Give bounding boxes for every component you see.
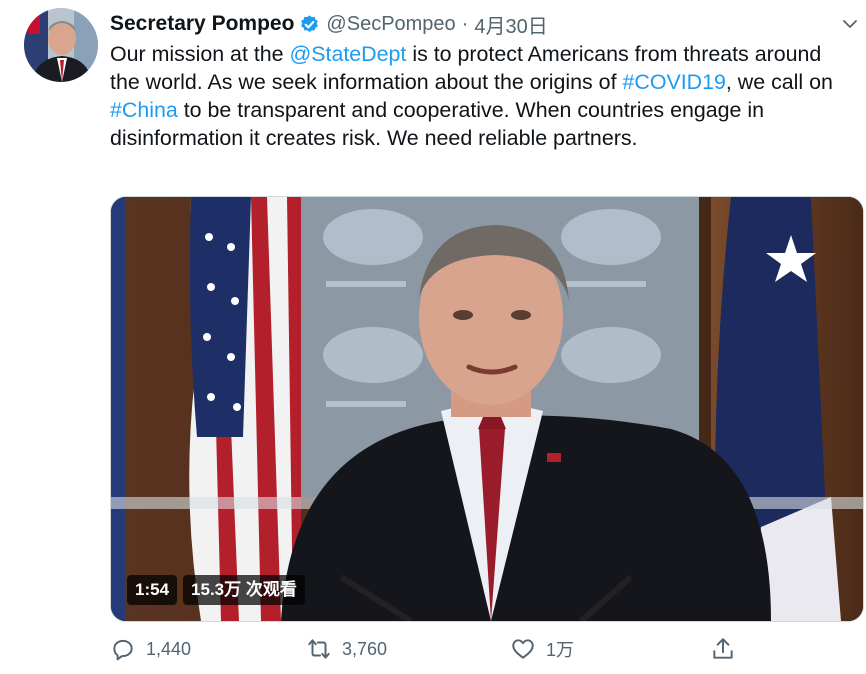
like-button[interactable]: 1万: [510, 632, 574, 666]
tweet[interactable]: Secretary Pompeo @SecPompeo · 4月30日 Our …: [0, 0, 866, 674]
tweet-text: Our mission at the @StateDept is to prot…: [110, 40, 850, 152]
tweet-header: Secretary Pompeo @SecPompeo · 4月30日: [110, 10, 826, 38]
heart-icon: [512, 639, 534, 659]
video-frame: [111, 197, 863, 621]
separator-dot: ·: [461, 12, 469, 35]
verified-badge-icon: [301, 14, 319, 32]
display-name[interactable]: Secretary Pompeo: [110, 12, 294, 36]
tweet-text-part: to be transparent and cooperative. When …: [110, 98, 765, 150]
retweet-button[interactable]: 3,760: [306, 632, 387, 666]
video-views: 15.3万 次观看: [183, 575, 305, 605]
video-duration: 1:54: [127, 575, 178, 605]
tweet-text-part: Our mission at the: [110, 42, 290, 66]
reply-count: 1,440: [146, 638, 192, 659]
hashtag-link[interactable]: #China: [110, 98, 178, 122]
share-icon: [713, 638, 733, 659]
video-player[interactable]: 1:54 15.3万 次观看: [110, 196, 864, 622]
share-button[interactable]: [710, 632, 736, 666]
tweet-text-part: , we call on: [725, 70, 833, 94]
avatar[interactable]: [24, 8, 98, 82]
tweet-date[interactable]: 4月30日: [474, 10, 547, 39]
avatar-image: [24, 8, 98, 82]
video-overlay: 1:54 15.3万 次观看: [127, 575, 305, 605]
chevron-down-icon[interactable]: [840, 14, 860, 34]
reply-button[interactable]: 1,440: [110, 632, 191, 666]
retweet-icon: [308, 639, 330, 659]
retweet-count: 3,760: [342, 638, 388, 659]
handle[interactable]: @SecPompeo: [326, 13, 455, 36]
mention-link[interactable]: @StateDept: [290, 42, 407, 66]
reply-icon: [113, 639, 133, 661]
hashtag-link[interactable]: #COVID19: [622, 70, 725, 94]
like-count: 1万: [546, 640, 575, 660]
action-bar: 1,440 3,760 1万: [110, 632, 750, 666]
